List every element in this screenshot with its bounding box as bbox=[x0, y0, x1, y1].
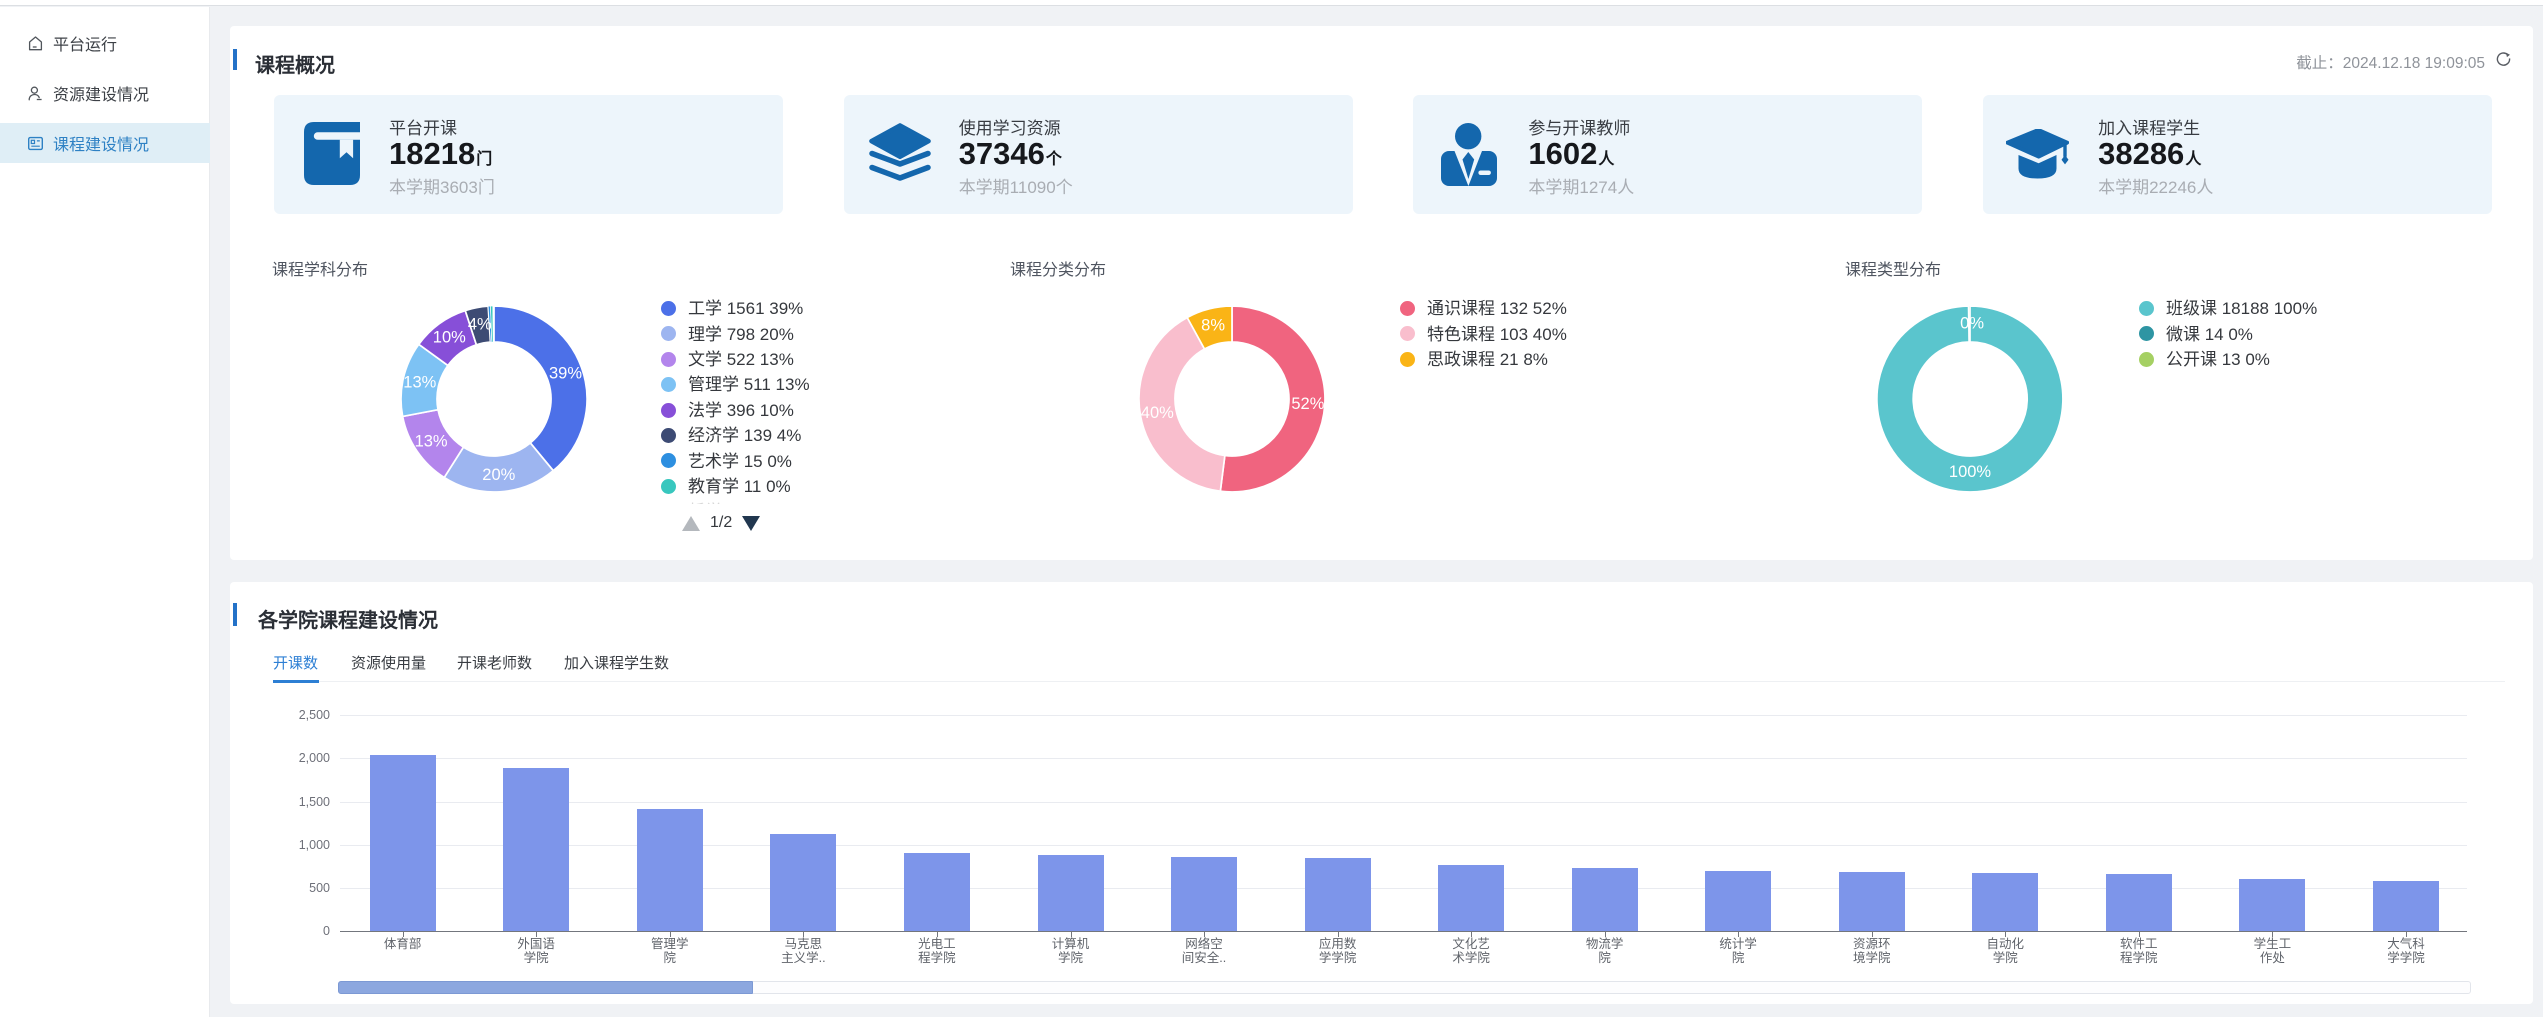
svg-text:20%: 20% bbox=[482, 466, 515, 484]
svg-text:10%: 10% bbox=[433, 329, 466, 347]
svg-text:13%: 13% bbox=[415, 433, 448, 451]
svg-text:39%: 39% bbox=[549, 364, 582, 382]
svg-text:40%: 40% bbox=[1141, 404, 1174, 422]
svg-text:52%: 52% bbox=[1291, 395, 1324, 413]
svg-text:8%: 8% bbox=[1201, 316, 1225, 334]
svg-text:13%: 13% bbox=[403, 373, 436, 391]
svg-text:100%: 100% bbox=[1949, 463, 1992, 481]
svg-text:0%: 0% bbox=[1960, 315, 1984, 333]
svg-text:4%: 4% bbox=[468, 315, 492, 333]
